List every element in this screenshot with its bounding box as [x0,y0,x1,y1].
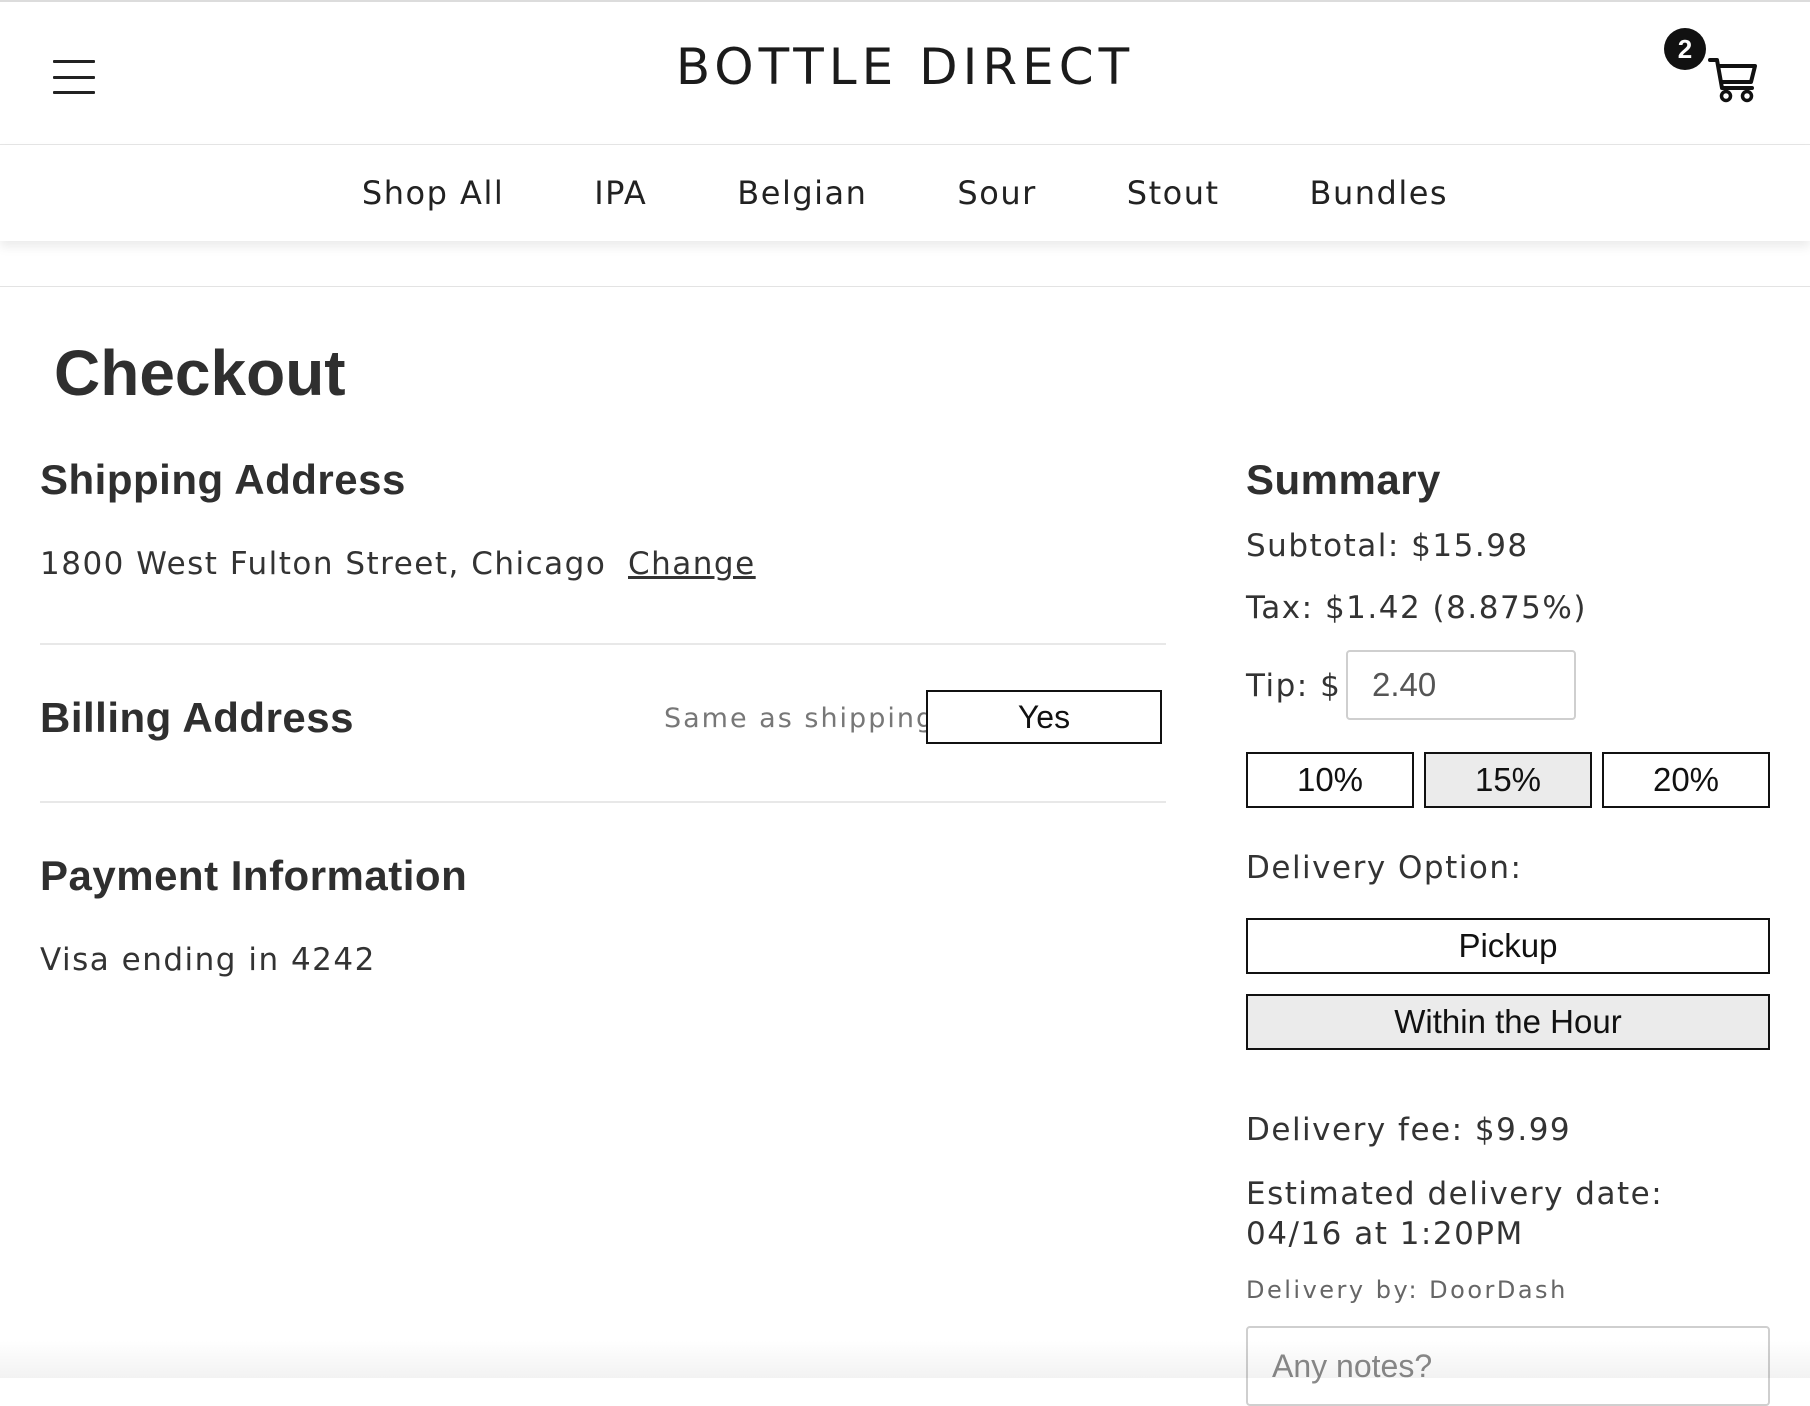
subtotal: Subtotal: $15.98 [1246,528,1529,564]
site-header: BOTTLE DIRECT 2 [0,2,1810,145]
same-as-shipping-label: Same as shipping: [664,703,947,734]
nav-bundles[interactable]: Bundles [1310,174,1449,212]
cart-icon [1708,58,1757,103]
tax: Tax: $1.42 (8.875%) [1246,590,1587,626]
page-title: Checkout [54,337,346,409]
payment-card: Visa ending in 4242 [40,942,376,978]
delivery-by: Delivery by: DoorDash [1246,1276,1568,1304]
change-address-link[interactable]: Change [628,546,756,582]
cart-count-badge: 2 [1664,28,1706,70]
estimated-delivery: Estimated delivery date: 04/16 at 1:20PM [1246,1176,1664,1252]
tip-input[interactable] [1346,650,1576,720]
divider [40,801,1166,803]
tip-label: Tip: $ [1246,668,1342,704]
category-nav: Shop All IPA Belgian Sour Stout Bundles [0,145,1810,241]
delivery-fee: Delivery fee: $9.99 [1246,1112,1572,1148]
within-hour-button[interactable]: Within the Hour [1246,994,1770,1050]
divider [40,643,1166,645]
same-as-shipping-toggle[interactable]: Yes [926,690,1162,744]
nav-belgian[interactable]: Belgian [737,174,867,212]
delivery-option-label: Delivery Option: [1246,850,1523,886]
nav-divider [0,286,1810,287]
shipping-address: 1800 West Fulton Street, Chicago [40,546,607,582]
tip-15-button[interactable]: 15% [1424,752,1592,808]
nav-sour[interactable]: Sour [957,174,1036,212]
notes-input[interactable] [1246,1326,1770,1406]
nav-shop-all[interactable]: Shop All [362,174,504,212]
billing-title: Billing Address [40,694,354,741]
tip-10-button[interactable]: 10% [1246,752,1414,808]
shipping-title: Shipping Address [40,456,406,503]
tip-20-button[interactable]: 20% [1602,752,1770,808]
pickup-button[interactable]: Pickup [1246,918,1770,974]
summary-title: Summary [1246,456,1441,503]
brand-logo[interactable]: BOTTLE DIRECT [0,38,1810,96]
nav-ipa[interactable]: IPA [594,174,647,212]
payment-title: Payment Information [40,852,468,899]
nav-stout[interactable]: Stout [1127,174,1220,212]
cart-button[interactable]: 2 [1664,28,1760,108]
